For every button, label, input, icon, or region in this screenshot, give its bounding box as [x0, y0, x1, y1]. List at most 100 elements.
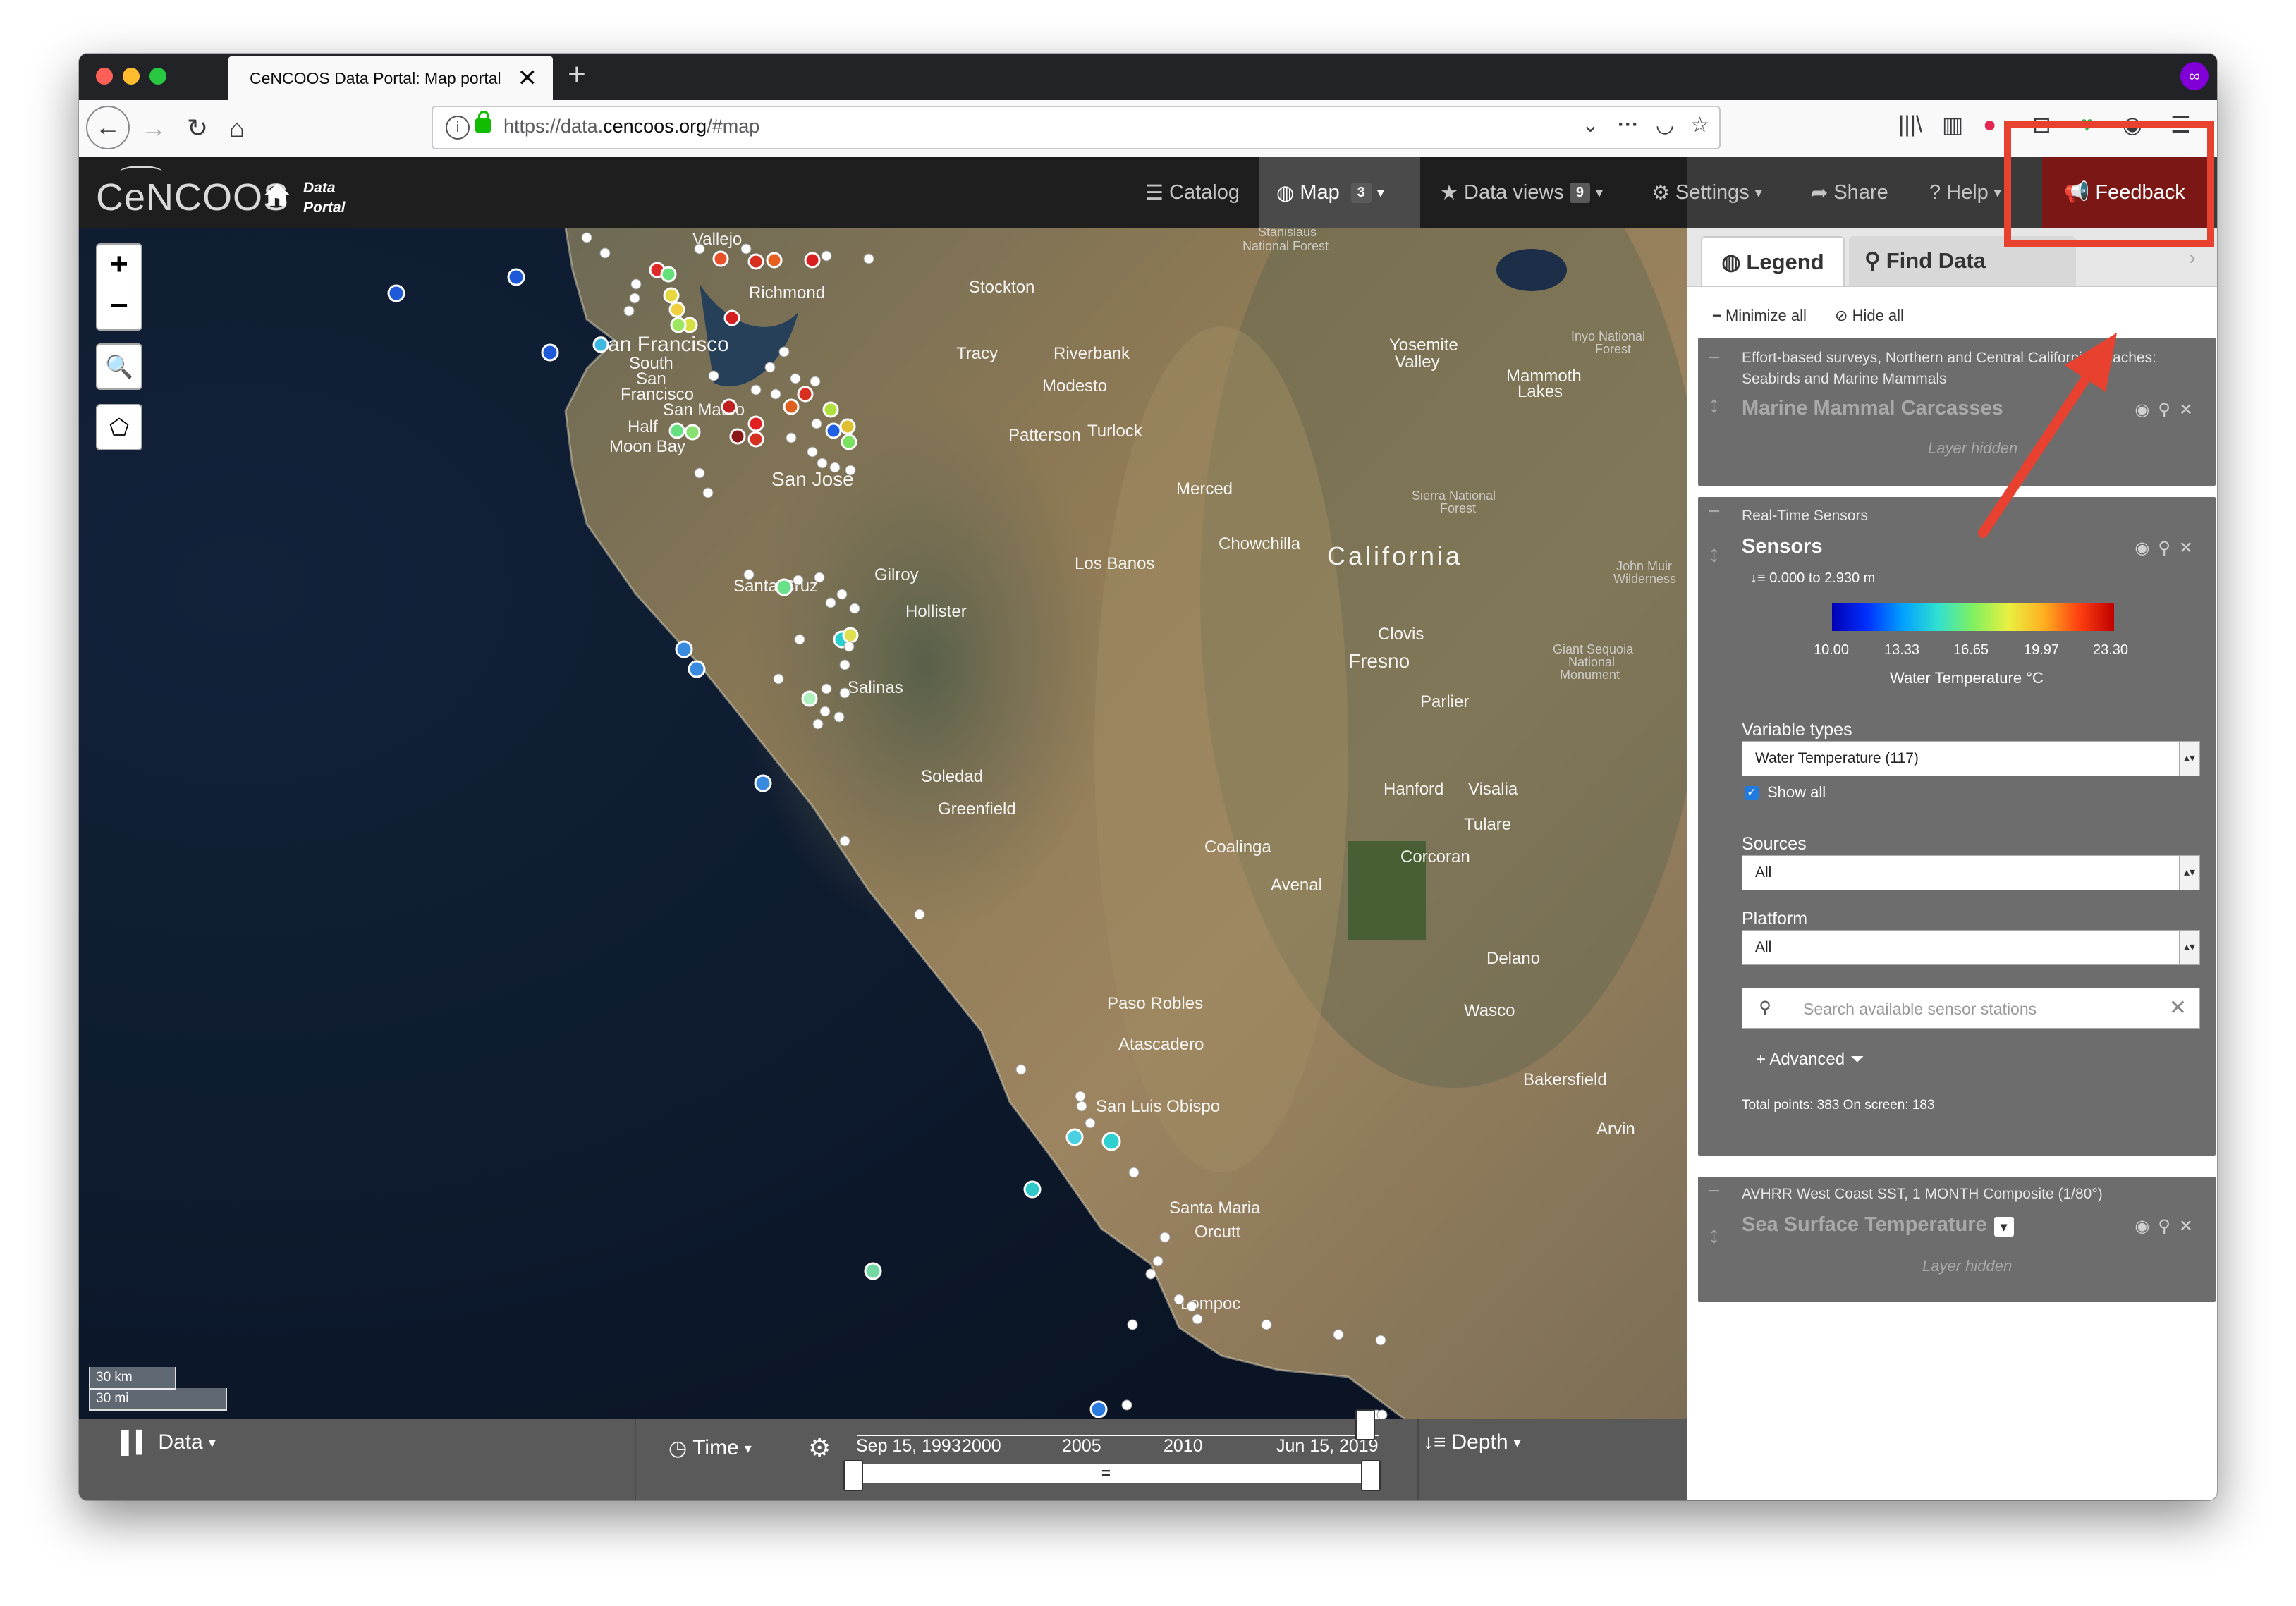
- svg-text:San Luis Obispo: San Luis Obispo: [1096, 1097, 1220, 1116]
- minimize-all-button[interactable]: − Minimize all: [1712, 307, 1807, 325]
- svg-text:Los Banos: Los Banos: [1075, 554, 1154, 573]
- browser-tab[interactable]: CeNCOOS Data Portal: Map portal ✕: [228, 56, 553, 100]
- library-icon[interactable]: |||\: [1898, 111, 1922, 137]
- timeline-end-handle[interactable]: [1361, 1460, 1381, 1491]
- variable-types-select[interactable]: Water Temperature (117) ▴▾: [1742, 741, 2200, 776]
- more-actions-icon[interactable]: ···: [1618, 113, 1639, 137]
- eye-icon[interactable]: ◉: [2135, 400, 2158, 419]
- nav-settings-label: Settings: [1675, 180, 1750, 204]
- eye-icon[interactable]: ◉: [2135, 1217, 2158, 1236]
- show-all-checkbox[interactable]: ✓: [1745, 786, 1759, 800]
- annotation-highlight-box: [2004, 121, 2214, 247]
- svg-text:Soledad: Soledad: [921, 767, 983, 786]
- svg-text:Arvin: Arvin: [1596, 1120, 1635, 1139]
- chevron-down-icon[interactable]: ⌄: [1582, 113, 1599, 137]
- zoom-layer-icon[interactable]: ⚲: [2158, 539, 2179, 558]
- svg-text:Monument: Monument: [1560, 668, 1620, 682]
- caret-down-icon: ▾: [208, 1435, 216, 1451]
- data-views-count-badge: 9: [1569, 182, 1590, 203]
- chevron-down-icon[interactable]: ▾: [1993, 1217, 2014, 1237]
- layer-status: Layer hidden: [1922, 1257, 2013, 1275]
- close-icon[interactable]: ✕: [2179, 539, 2202, 558]
- drag-handle-icon[interactable]: ↕: [1708, 541, 1720, 568]
- variable-types-value: Water Temperature (117): [1755, 750, 1919, 766]
- colorbar-tick: 16.65: [1953, 642, 1989, 658]
- close-icon[interactable]: ✕: [2169, 995, 2187, 1020]
- eye-icon[interactable]: ◉: [2135, 539, 2158, 558]
- nav-help-label: Help: [1946, 180, 1989, 204]
- sidebar-icon[interactable]: ▥: [1942, 111, 1963, 138]
- zoom-layer-icon[interactable]: ⚲: [2158, 400, 2179, 419]
- drag-handle-icon[interactable]: ↕: [1708, 1222, 1720, 1249]
- back-icon[interactable]: ←: [86, 106, 130, 149]
- timeline-start-handle[interactable]: [843, 1460, 863, 1491]
- colorbar-label: Water Temperature °C: [1890, 669, 2044, 687]
- url-bar[interactable]: i https://data.cencoos.org/#map ⌄ ··· ◡ …: [432, 106, 1721, 149]
- chevron-right-icon[interactable]: ›: [2189, 246, 2196, 270]
- timeline-range-slider[interactable]: =: [843, 1464, 1379, 1483]
- depth-dropdown[interactable]: ↓≡ Depth ▾: [1423, 1419, 1521, 1466]
- sources-select[interactable]: All ▴▾: [1742, 855, 2200, 890]
- data-dropdown[interactable]: ▌▍ Data ▾: [121, 1419, 216, 1466]
- forward-icon[interactable]: →: [133, 110, 175, 147]
- svg-text:Turlock: Turlock: [1087, 422, 1143, 441]
- home-icon[interactable]: ⌂: [216, 110, 258, 147]
- nav-data-views[interactable]: ★ Data views 9 ▾: [1423, 157, 1620, 228]
- private-browsing-icon: ∞: [2180, 62, 2209, 90]
- svg-text:Tracy: Tracy: [956, 344, 998, 363]
- layer-marine-mammal: − Effort-based surveys, Northern and Cen…: [1698, 338, 2216, 486]
- hide-all-button[interactable]: ⊘ Hide all: [1835, 307, 1904, 325]
- extension-icon[interactable]: ●: [1983, 111, 1996, 137]
- timeline-current-handle[interactable]: [1355, 1409, 1375, 1440]
- new-tab-button[interactable]: +: [556, 59, 598, 90]
- close-window-dot[interactable]: [96, 68, 113, 85]
- cencoos-logo[interactable]: CeNCOOS: [96, 176, 289, 219]
- svg-text:Paso Robles: Paso Robles: [1107, 994, 1203, 1013]
- nav-map[interactable]: ◍ Map 3 ▾: [1259, 157, 1420, 228]
- pocket-icon[interactable]: ◡: [1656, 113, 1674, 137]
- map-view[interactable]: Vallejo Richmond San Francisco South San Fr…: [79, 228, 1687, 1419]
- advanced-toggle[interactable]: + Advanced ⏷: [1756, 1050, 1864, 1069]
- lock-icon: [475, 111, 491, 133]
- svg-text:Hanford: Hanford: [1384, 780, 1443, 799]
- caret-down-icon: ▾: [1513, 1435, 1521, 1451]
- polygon-icon[interactable]: ⬠: [96, 404, 142, 450]
- station-search[interactable]: ⚲ Search available sensor stations ✕: [1742, 988, 2200, 1029]
- platform-select[interactable]: All ▴▾: [1742, 930, 2200, 965]
- divider: [635, 1419, 636, 1500]
- zoom-out-button[interactable]: −: [97, 286, 141, 327]
- svg-text:Parlier: Parlier: [1420, 692, 1469, 711]
- reload-icon[interactable]: ↻: [176, 110, 219, 147]
- layer-actions: ◉⚲✕: [2135, 538, 2202, 558]
- time-dropdown[interactable]: ◷ Time ▾: [668, 1425, 752, 1471]
- zoom-layer-icon[interactable]: ⚲: [2158, 1217, 2179, 1236]
- platform-value: All: [1755, 939, 1772, 955]
- info-icon[interactable]: i: [446, 116, 470, 140]
- svg-text:Gilroy: Gilroy: [874, 565, 919, 584]
- chevron-down-icon: ▴▾: [2179, 856, 2199, 890]
- tab-close-icon[interactable]: ✕: [518, 66, 538, 90]
- drag-handle-icon[interactable]: ↕: [1708, 391, 1720, 419]
- close-icon[interactable]: ✕: [2179, 400, 2202, 419]
- nav-catalog[interactable]: ☰ Catalog: [1128, 157, 1257, 228]
- nav-help[interactable]: ? Help ▾: [1912, 157, 2018, 228]
- nav-catalog-label: Catalog: [1169, 180, 1240, 204]
- collapse-icon[interactable]: −: [1708, 500, 1721, 524]
- minimize-all-label: Minimize all: [1725, 307, 1807, 324]
- nav-settings[interactable]: ⚙ Settings ▾: [1635, 157, 1779, 228]
- nav-share[interactable]: ➦ Share: [1794, 157, 1905, 228]
- zoom-box-icon[interactable]: 🔍: [96, 343, 142, 390]
- url-text[interactable]: https://data.cencoos.org/#map: [503, 116, 759, 137]
- collapse-icon[interactable]: −: [1708, 346, 1721, 370]
- timeline-settings-icon[interactable]: ⚙: [808, 1425, 831, 1471]
- data-portal-label[interactable]: Data Portal: [303, 178, 346, 218]
- station-search-input[interactable]: Search available sensor stations: [1803, 1000, 2037, 1019]
- minimize-window-dot[interactable]: [123, 68, 140, 85]
- collapse-icon[interactable]: −: [1708, 1179, 1721, 1203]
- home-icon[interactable]: [264, 181, 291, 208]
- maximize-window-dot[interactable]: [149, 68, 166, 85]
- tab-legend[interactable]: ◍ Legend: [1701, 236, 1845, 287]
- bookmark-star-icon[interactable]: ☆: [1690, 113, 1709, 137]
- zoom-in-button[interactable]: +: [97, 245, 141, 286]
- close-icon[interactable]: ✕: [2179, 1217, 2202, 1236]
